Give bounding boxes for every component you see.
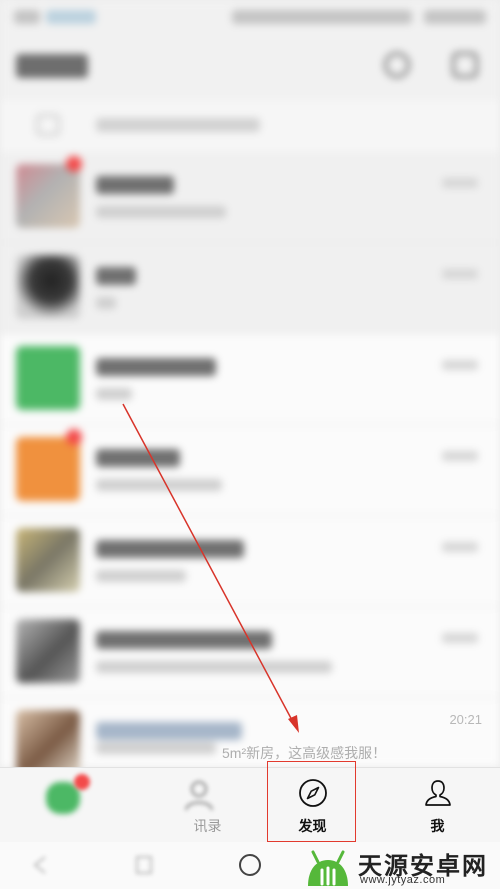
- add-icon[interactable]: [452, 52, 478, 78]
- chat-row[interactable]: [0, 607, 500, 698]
- chat-name: [96, 176, 174, 194]
- chat-name: [96, 358, 216, 376]
- chat-preview: [96, 742, 216, 754]
- tab-chats[interactable]: [0, 768, 125, 843]
- status-info: [232, 10, 412, 24]
- person-icon: [424, 780, 451, 806]
- chat-preview: [96, 388, 132, 400]
- chat-time: [442, 269, 478, 279]
- search-row[interactable]: [0, 100, 500, 152]
- chat-name: [96, 722, 242, 740]
- avatar: [16, 164, 80, 228]
- unread-badge: [66, 429, 82, 445]
- chat-preview: [96, 570, 186, 582]
- chat-preview: [96, 661, 332, 673]
- android-logo-icon: [308, 850, 348, 886]
- chat-row[interactable]: [0, 243, 500, 334]
- chat-name: [96, 631, 272, 649]
- chat-preview-last: 5m²新房，这高级感我服！: [222, 745, 387, 761]
- signal-icon: [14, 10, 40, 24]
- chat-row[interactable]: [0, 152, 500, 243]
- battery-icon: [424, 10, 486, 24]
- search-row-text: [96, 118, 260, 132]
- tab-me-label: 我: [430, 818, 445, 834]
- avatar: [16, 255, 80, 319]
- chat-time: [442, 633, 478, 643]
- recents-icon[interactable]: [134, 854, 154, 876]
- home-icon[interactable]: [237, 852, 263, 878]
- avatar: [16, 528, 80, 592]
- highlight-box: [267, 761, 356, 842]
- chat-time: [442, 451, 478, 461]
- chat-preview: [96, 297, 116, 309]
- page-title: [16, 54, 88, 78]
- device-icon: [36, 114, 60, 136]
- screenshot: 20:21 5m²新房，这高级感我服！ 讯录 发现 我 天源安卓网 www.jy…: [0, 0, 500, 889]
- avatar: [16, 437, 80, 501]
- avatar: [16, 346, 80, 410]
- tab-me[interactable]: 我: [375, 768, 500, 843]
- network-icon: [46, 10, 96, 24]
- chat-row[interactable]: [0, 425, 500, 516]
- chat-time: [442, 542, 478, 552]
- watermark-url: www.jytyaz.com: [360, 874, 446, 886]
- chat-name: [96, 540, 244, 558]
- status-bar: [0, 0, 500, 34]
- unread-badge: [66, 156, 82, 172]
- title-bar: [0, 34, 500, 100]
- chat-time-last: 20:21: [449, 712, 482, 727]
- chat-name: [96, 449, 180, 467]
- chat-time: [442, 360, 478, 370]
- contacts-icon: [184, 780, 214, 811]
- chat-preview: [96, 206, 226, 218]
- chat-name: [96, 267, 136, 285]
- avatar: [16, 710, 80, 774]
- unread-badge: [74, 774, 90, 790]
- tab-contacts[interactable]: 讯录: [125, 768, 250, 843]
- chat-row[interactable]: [0, 334, 500, 425]
- bottom-tab-bar: 讯录 发现 我: [0, 767, 500, 842]
- watermark: 天源安卓网 www.jytyaz.com: [298, 842, 494, 889]
- chat-preview: [96, 479, 222, 491]
- back-icon[interactable]: [30, 854, 52, 876]
- chat-time: [442, 178, 478, 188]
- avatar: [16, 619, 80, 683]
- search-icon[interactable]: [384, 52, 410, 78]
- chat-row[interactable]: [0, 516, 500, 607]
